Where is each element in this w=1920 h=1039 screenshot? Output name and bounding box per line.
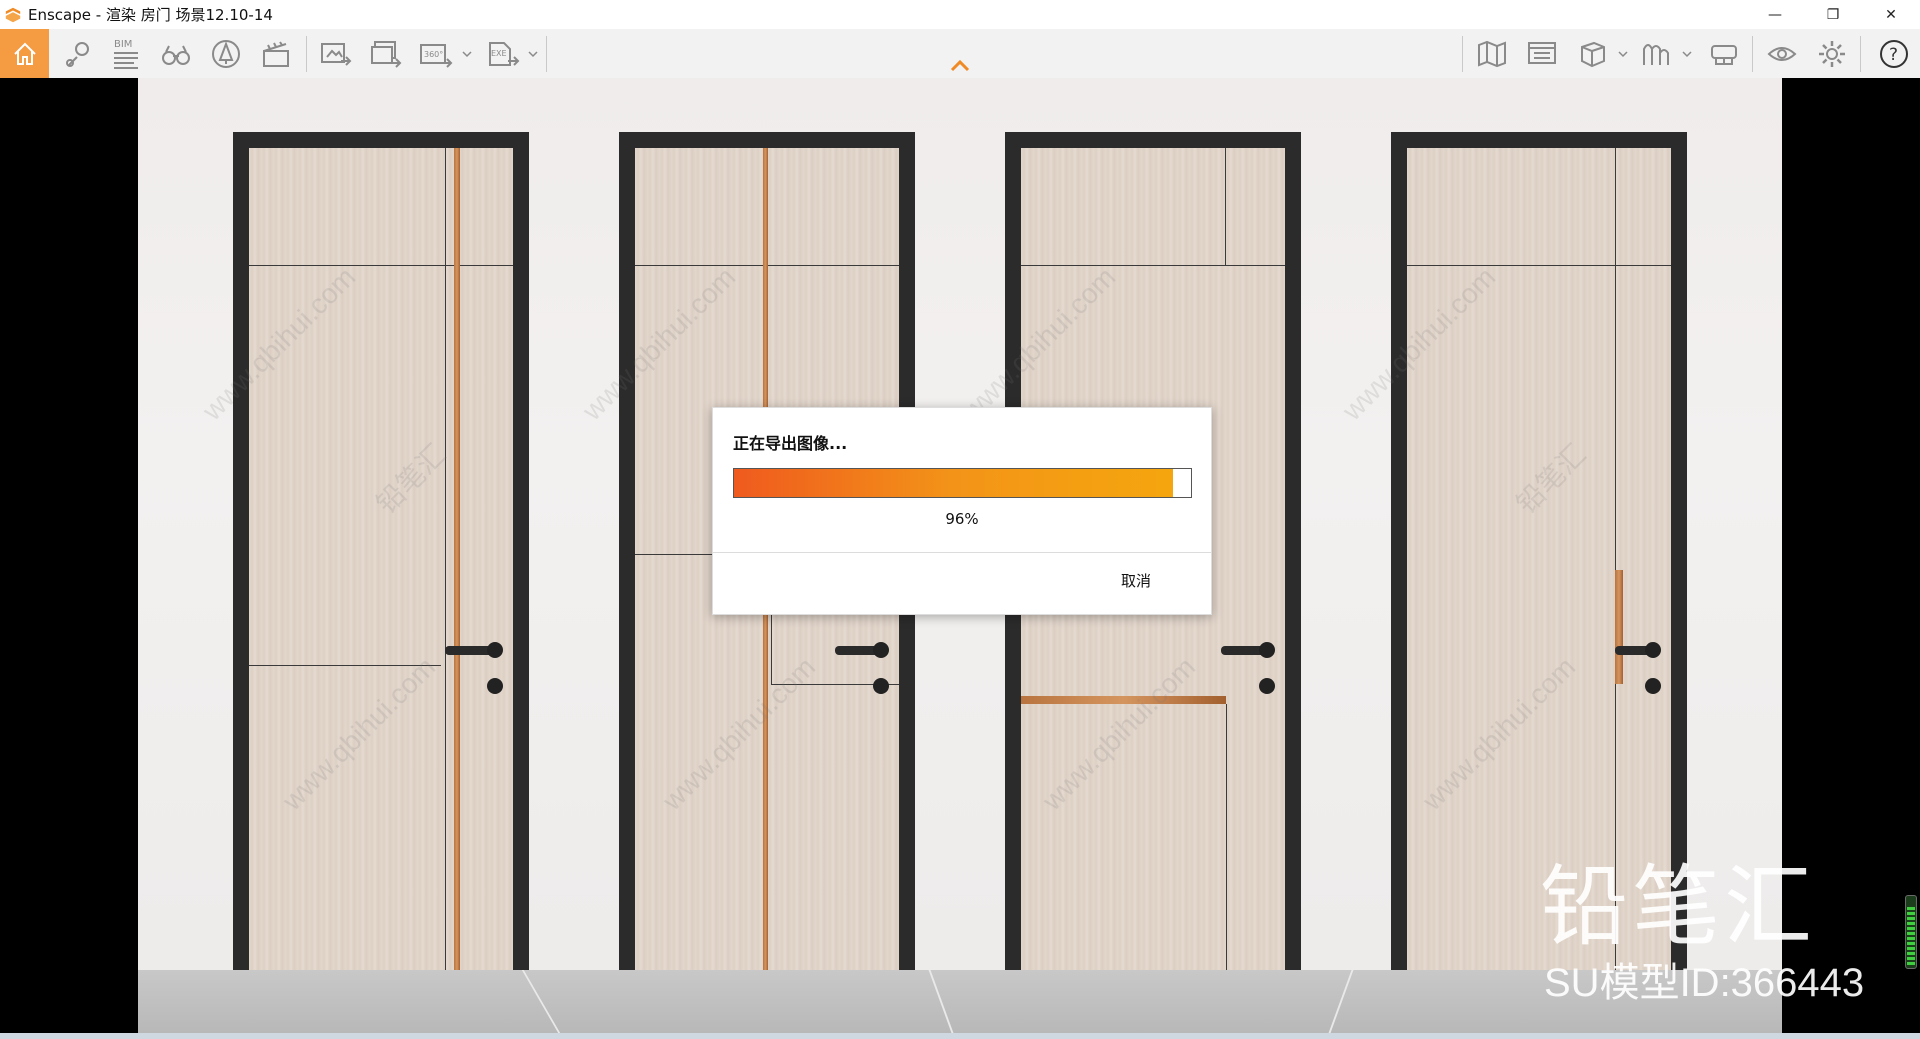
binoculars-icon bbox=[162, 45, 190, 65]
brand-watermark: 铅笔汇 bbox=[1540, 855, 1817, 958]
settings-gear-icon bbox=[1819, 40, 1845, 67]
side-level-meter bbox=[1905, 895, 1917, 969]
svg-text:BIM: BIM bbox=[114, 39, 132, 50]
door-frame bbox=[233, 132, 529, 972]
dialog-divider bbox=[713, 552, 1211, 553]
panorama-button[interactable]: 360° bbox=[416, 29, 456, 78]
atmosphere-icon bbox=[212, 39, 240, 68]
svg-text:EXE: EXE bbox=[491, 49, 507, 58]
floor bbox=[138, 970, 1782, 1033]
chevron-down-icon bbox=[1682, 50, 1692, 57]
chevron-down-icon bbox=[462, 50, 472, 57]
toolbar-divider bbox=[1462, 36, 1463, 72]
vr-headset-icon bbox=[1711, 44, 1737, 65]
asset-library-button[interactable] bbox=[1636, 29, 1676, 78]
door-leaf bbox=[249, 148, 513, 972]
window-title: Enscape - 渲染 房门 场景12.10-14 bbox=[28, 6, 273, 24]
enscape-toolbar: BIM 360° EXE ? bbox=[0, 29, 1920, 79]
cube-icon bbox=[1581, 41, 1605, 67]
enscape-logo-icon bbox=[5, 7, 21, 22]
taskbar-strip bbox=[0, 1033, 1920, 1039]
vr-headset-button[interactable] bbox=[1704, 29, 1744, 78]
screenshot-export-button[interactable] bbox=[316, 29, 356, 78]
door-lock-knob bbox=[1645, 678, 1661, 694]
collapse-toolbar-chevron-icon[interactable] bbox=[948, 55, 972, 77]
batch-render-icon bbox=[371, 40, 402, 68]
binoculars-button[interactable] bbox=[156, 29, 196, 78]
exe-export-dropdown[interactable] bbox=[528, 29, 538, 78]
model-id-watermark: SU模型ID:366443 bbox=[1544, 961, 1865, 1005]
settings-button[interactable] bbox=[1812, 29, 1852, 78]
window-controls: — ❐ ✕ bbox=[1746, 0, 1920, 29]
panorama-dropdown[interactable] bbox=[462, 29, 472, 78]
door-lock-knob bbox=[873, 678, 889, 694]
asset-library-dropdown[interactable] bbox=[1682, 29, 1692, 78]
views-button[interactable] bbox=[1522, 29, 1562, 78]
exe-export-icon: EXE bbox=[489, 41, 520, 66]
asset-library-icon bbox=[1643, 43, 1669, 65]
toolbar-divider bbox=[1752, 36, 1753, 72]
chevron-down-icon bbox=[1618, 50, 1628, 57]
cube-dropdown[interactable] bbox=[1618, 29, 1628, 78]
svg-text:?: ? bbox=[1889, 45, 1898, 65]
export-progress-dialog: 正在导出图像... 96% 取消 bbox=[712, 407, 1212, 615]
screenshot-export-icon bbox=[321, 42, 352, 66]
progress-percent: 96% bbox=[945, 510, 979, 528]
help-icon: ? bbox=[1880, 39, 1908, 68]
progress-fill bbox=[734, 469, 1173, 497]
panorama-360-icon: 360° bbox=[420, 43, 453, 68]
visual-settings-button[interactable] bbox=[1762, 29, 1802, 78]
home-button[interactable] bbox=[0, 29, 49, 78]
exe-export-button[interactable]: EXE bbox=[484, 29, 524, 78]
batch-render-button[interactable] bbox=[366, 29, 406, 78]
home-icon bbox=[13, 42, 36, 65]
dialog-title: 正在导出图像... bbox=[733, 434, 848, 453]
video-editor-button[interactable] bbox=[256, 29, 296, 78]
toolbar-divider bbox=[546, 36, 547, 72]
location-pin-button[interactable] bbox=[58, 29, 98, 78]
door-lock-knob bbox=[487, 678, 503, 694]
toolbar-divider bbox=[1860, 36, 1861, 72]
toolbar-divider bbox=[306, 36, 307, 72]
close-button[interactable]: ✕ bbox=[1862, 0, 1920, 29]
title-bar: Enscape - 渲染 房门 场景12.10-14 — ❐ ✕ bbox=[0, 0, 1920, 29]
map-button[interactable] bbox=[1472, 29, 1512, 78]
svg-text:360°: 360° bbox=[424, 50, 443, 59]
clapperboard-icon bbox=[263, 40, 289, 67]
progress-bar bbox=[733, 468, 1192, 498]
bim-icon: BIM bbox=[114, 39, 138, 69]
minimize-button[interactable]: — bbox=[1746, 0, 1804, 29]
cancel-button[interactable]: 取消 bbox=[1121, 570, 1151, 591]
door-lock-knob bbox=[1259, 678, 1275, 694]
chevron-down-icon bbox=[528, 50, 538, 57]
bim-button[interactable]: BIM bbox=[106, 29, 146, 78]
atmosphere-button[interactable] bbox=[206, 29, 246, 78]
cube-button[interactable] bbox=[1572, 29, 1612, 78]
help-button[interactable]: ? bbox=[1874, 29, 1914, 78]
location-pin-icon bbox=[66, 41, 89, 67]
map-icon bbox=[1478, 40, 1506, 67]
maximize-button[interactable]: ❐ bbox=[1804, 0, 1862, 29]
eye-icon bbox=[1767, 46, 1797, 61]
views-icon bbox=[1528, 41, 1556, 64]
